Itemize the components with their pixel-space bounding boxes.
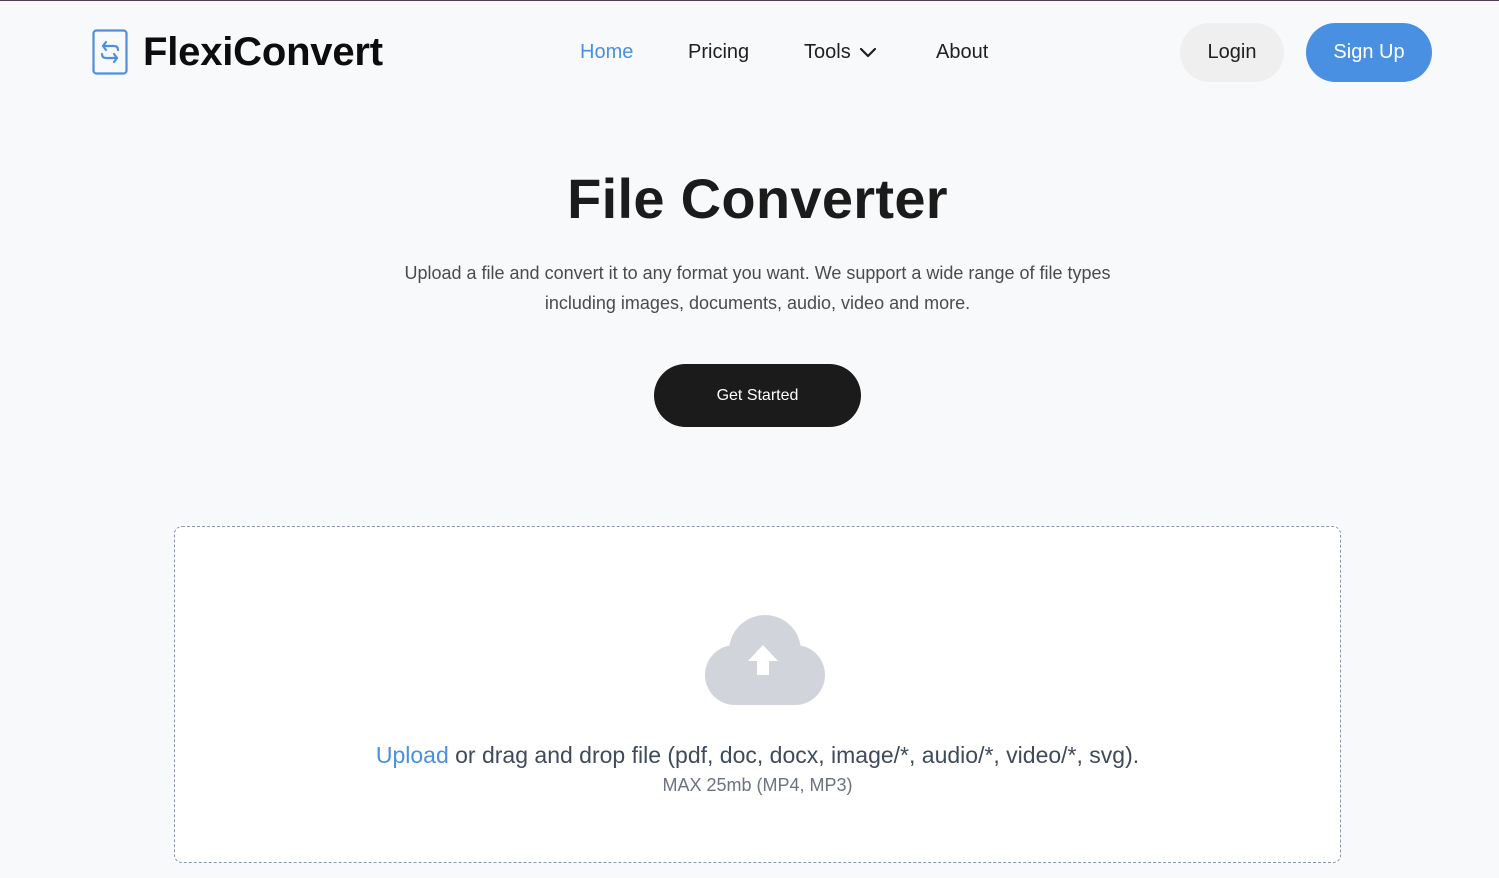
upload-link[interactable]: Upload	[376, 742, 449, 768]
nav-home-link[interactable]: Home	[580, 38, 633, 66]
login-button[interactable]: Login	[1180, 23, 1284, 82]
chevron-down-icon	[859, 47, 876, 58]
upload-instruction: Upload or drag and drop file (pdf, doc, …	[175, 740, 1340, 770]
nav-about-link[interactable]: About	[936, 38, 988, 66]
get-started-button[interactable]: Get Started	[654, 364, 861, 427]
nav-tools-dropdown[interactable]: Tools	[804, 38, 877, 66]
hero-description: Upload a file and convert it to any form…	[404, 263, 1111, 313]
window-top-border	[0, 0, 1499, 1]
nav-tools-label: Tools	[804, 41, 851, 63]
file-dropzone[interactable]: Upload or drag and drop file (pdf, doc, …	[174, 526, 1341, 863]
nav-pricing-link[interactable]: Pricing	[688, 38, 749, 66]
upload-size-limit: MAX 25mb (MP4, MP3)	[662, 775, 853, 795]
signup-button[interactable]: Sign Up	[1306, 23, 1432, 82]
file-convert-icon	[92, 29, 128, 75]
cloud-upload-icon	[705, 615, 825, 705]
brand-logo-link[interactable]: FlexiConvert	[92, 29, 383, 75]
brand-name: FlexiConvert	[143, 30, 383, 74]
page-title: File Converter	[567, 167, 948, 230]
upload-instruction-text: or drag and drop file (pdf, doc, docx, i…	[448, 742, 1140, 768]
